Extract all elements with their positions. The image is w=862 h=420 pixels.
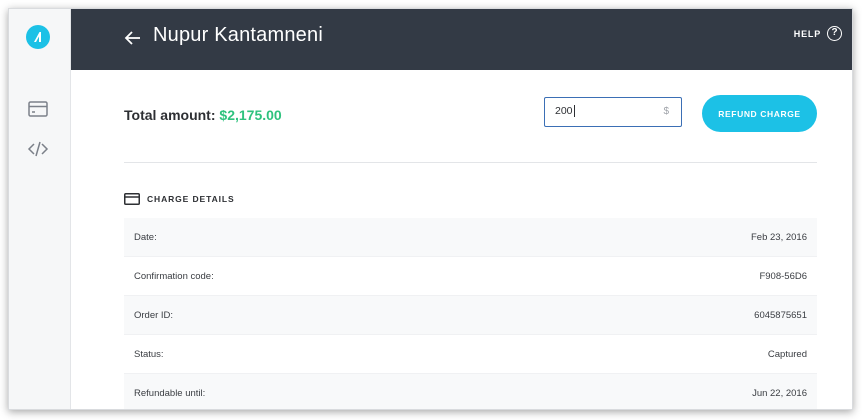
row-value: 6045875651 (754, 309, 807, 321)
total-amount-value: $2,175.00 (219, 107, 282, 123)
refund-amount-input[interactable]: 200 $ (544, 97, 682, 127)
charge-details-header: CHARGE DETAILS (124, 180, 817, 218)
main-content: Total amount: $2,175.00 200 $ REFUND CHA… (124, 70, 817, 409)
charge-details-card-icon (124, 193, 140, 205)
total-amount-label: Total amount: (124, 107, 216, 123)
currency-symbol: $ (663, 106, 669, 117)
row-label: Refundable until: (134, 387, 206, 399)
amount-row: Total amount: $2,175.00 200 $ REFUND CHA… (124, 70, 817, 163)
back-arrow-icon[interactable] (123, 28, 143, 48)
help-label: HELP (793, 28, 821, 39)
row-value: Feb 23, 2016 (751, 231, 807, 243)
help-button[interactable]: HELP ? (794, 26, 842, 41)
credit-card-icon[interactable] (26, 97, 50, 121)
row-label: Date: (134, 231, 157, 243)
table-row: Order ID: 6045875651 (124, 296, 817, 335)
table-row: Date: Feb 23, 2016 (124, 218, 817, 257)
code-icon[interactable] (26, 137, 50, 161)
sidebar (9, 9, 71, 409)
charge-details-title: CHARGE DETAILS (147, 194, 235, 204)
row-value: Jun 22, 2016 (752, 387, 807, 399)
refund-charge-button[interactable]: REFUND CHARGE (702, 95, 817, 132)
brand-logo-icon[interactable] (26, 25, 50, 49)
refund-amount-value: 200 (555, 105, 575, 118)
row-label: Status: (134, 348, 164, 360)
charge-details-table: Date: Feb 23, 2016 Confirmation code: F9… (124, 218, 817, 409)
table-row: Status: Captured (124, 335, 817, 374)
row-label: Order ID: (134, 309, 174, 321)
help-icon: ? (827, 26, 842, 41)
app-window: Nupur Kantamneni HELP ? Total amount: $2… (8, 8, 853, 410)
total-amount: Total amount: $2,175.00 (124, 107, 282, 123)
page-title: Nupur Kantamneni (153, 24, 323, 46)
row-value: F908-56D6 (759, 270, 807, 282)
table-row: Confirmation code: F908-56D6 (124, 257, 817, 296)
row-label: Confirmation code: (134, 270, 214, 282)
table-row: Refundable until: Jun 22, 2016 (124, 374, 817, 409)
row-value: Captured (767, 348, 807, 360)
top-bar: Nupur Kantamneni HELP ? (71, 9, 852, 70)
